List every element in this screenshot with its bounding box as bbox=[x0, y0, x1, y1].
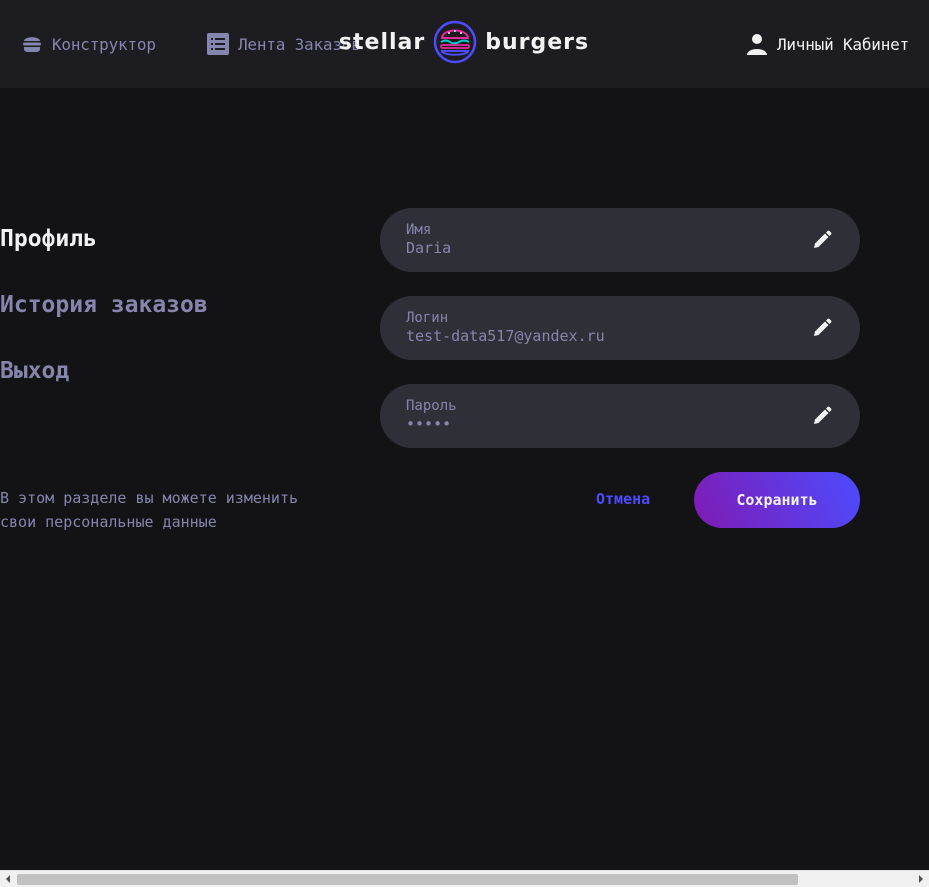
login-field-label: Логин bbox=[406, 310, 449, 326]
edit-pencil-icon[interactable] bbox=[810, 316, 834, 340]
nav-account-link[interactable]: Личный Кабинет bbox=[745, 31, 909, 57]
sidebar-item-profile[interactable]: Профиль bbox=[0, 226, 97, 252]
edit-pencil-icon[interactable] bbox=[810, 404, 834, 428]
horizontal-scrollbar[interactable] bbox=[0, 870, 929, 887]
name-input[interactable] bbox=[406, 239, 786, 257]
profile-icon bbox=[745, 32, 769, 56]
password-input[interactable] bbox=[406, 415, 786, 433]
cancel-button[interactable]: Отмена bbox=[596, 490, 650, 508]
scroll-right-arrow-icon[interactable] bbox=[913, 871, 929, 887]
list-icon bbox=[206, 32, 230, 56]
sidebar-item-order-history[interactable]: История заказов bbox=[0, 292, 208, 318]
save-button[interactable]: Сохранить bbox=[694, 472, 860, 528]
nav-constructor-link[interactable]: Конструктор bbox=[20, 31, 156, 57]
name-field-label: Имя bbox=[406, 222, 432, 238]
logo-text-left: stellar bbox=[338, 29, 426, 55]
login-input[interactable] bbox=[406, 327, 786, 345]
scrollbar-thumb[interactable] bbox=[17, 874, 798, 885]
password-field[interactable]: Пароль bbox=[380, 384, 860, 448]
nav-constructor-label: Конструктор bbox=[52, 34, 156, 54]
login-field[interactable]: Логин bbox=[380, 296, 860, 360]
name-field[interactable]: Имя bbox=[380, 208, 860, 272]
app-header: Конструктор Лента Заказов stellar burger… bbox=[0, 0, 929, 88]
stellar-burgers-logo[interactable]: stellar burgers bbox=[318, 18, 610, 66]
sidebar-item-logout[interactable]: Выход bbox=[0, 358, 69, 384]
burger-icon bbox=[20, 32, 44, 56]
edit-pencil-icon[interactable] bbox=[810, 228, 834, 252]
password-field-label: Пароль bbox=[406, 398, 457, 414]
logo-burger-emblem-icon bbox=[433, 20, 477, 64]
scroll-left-arrow-icon[interactable] bbox=[0, 871, 16, 887]
nav-account-label: Личный Кабинет bbox=[776, 34, 909, 54]
profile-hint-text: В этом разделе вы можете изменить свои п… bbox=[0, 489, 299, 531]
logo-text-right: burgers bbox=[485, 29, 590, 55]
